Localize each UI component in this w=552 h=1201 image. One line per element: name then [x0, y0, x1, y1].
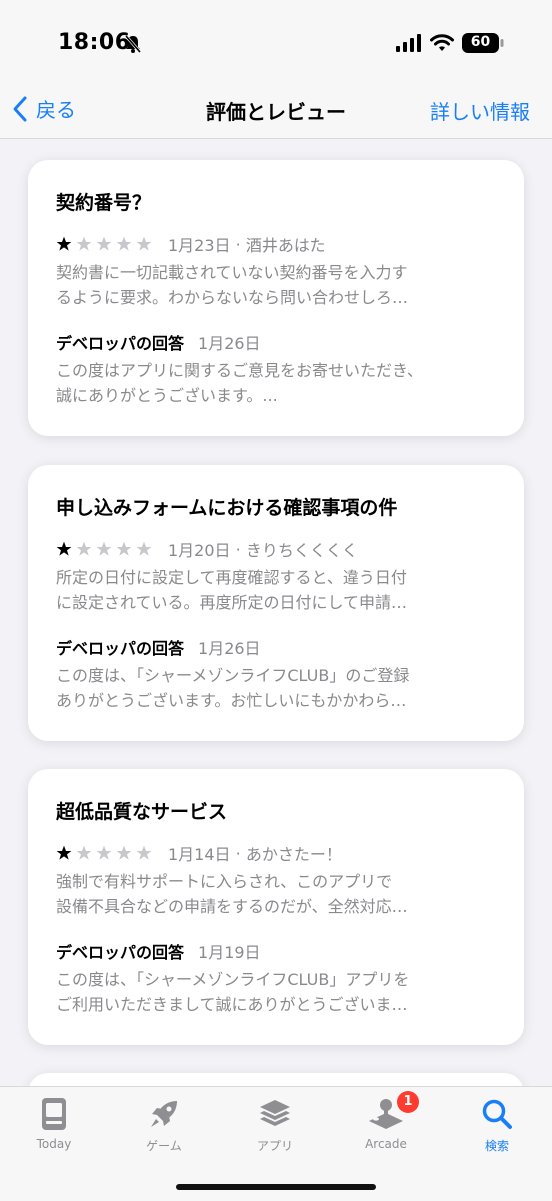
status-time: 18:06 — [58, 30, 131, 55]
developer-response-label: デベロッパの回答 — [56, 334, 185, 353]
review-title: 申し込みフォームにおける確認事項の件 — [56, 497, 398, 519]
layers-icon — [260, 1100, 290, 1126]
review-author: 酒井あはた — [245, 236, 326, 255]
review-card[interactable]: 契約番号？ 1月23日 · 酒井あはた 契約書に一切記載されていない契約番号を入… — [28, 160, 524, 436]
reply-line: この度はアプリに関するご意見をお寄せいただき、 — [56, 361, 423, 380]
home-indicator[interactable] — [176, 1184, 376, 1190]
reply-line: ありがとうございます。お忙しいにもかかわら… — [56, 691, 407, 710]
tab-label: 検索 — [484, 1139, 509, 1153]
search-icon — [482, 1099, 512, 1129]
star-empty-icon — [76, 541, 92, 556]
star-rating — [56, 236, 156, 252]
review-body-line: るように要求。わからないなら問い合わせしろ… — [56, 288, 409, 307]
review-title: 契約番号？ — [56, 192, 152, 214]
developer-response-label: デベロッパの回答 — [56, 639, 185, 658]
star-filled-icon — [56, 236, 72, 251]
star-empty-icon — [96, 541, 112, 556]
review-date: 1月23日 — [168, 236, 231, 255]
battery-icon: 60 — [462, 33, 504, 53]
developer-response-date: 1月19日 — [198, 943, 261, 962]
star-rating — [56, 845, 156, 861]
review-meta: 1月14日 · あかさたー！ — [56, 841, 342, 865]
review-card[interactable]: 申し込みフォームにおける確認事項の件 1月20日 · きりちくくくく 所定の日付… — [28, 465, 524, 741]
review-body-line: 所定の日付に設定して再度確認すると、違う日付 — [56, 568, 407, 587]
star-empty-icon — [116, 541, 132, 556]
review-author: あかさたー！ — [245, 845, 342, 864]
star-empty-icon — [76, 236, 92, 251]
star-filled-icon — [56, 541, 72, 556]
star-empty-icon — [76, 845, 92, 860]
wifi-icon — [430, 34, 454, 51]
meta-separator: · — [230, 234, 246, 254]
tab-label: ゲーム — [146, 1139, 182, 1153]
developer-response-label: デベロッパの回答 — [56, 943, 185, 962]
tab-games[interactable]: ゲーム — [119, 1095, 209, 1154]
review-body-line: に設定されている。再度所定の日付にして申請… — [56, 593, 408, 612]
developer-response-header: デベロッパの回答 1月19日 — [56, 939, 261, 963]
star-empty-icon — [136, 236, 152, 251]
tab-label: Today — [36, 1137, 72, 1151]
today-icon — [42, 1098, 66, 1130]
tab-label: アプリ — [256, 1139, 293, 1153]
review-body: 強制で有料サポートに入らされ、このアプリで 設備不具合などの申請をするのだが、全… — [56, 869, 496, 919]
tab-apps[interactable]: アプリ — [230, 1095, 320, 1154]
reply-line: 誠にありがとうございます。... — [56, 386, 278, 405]
review-date: 1月14日 — [168, 845, 231, 864]
star-empty-icon — [116, 236, 132, 251]
meta-separator: · — [230, 539, 246, 559]
battery-level: 60 — [470, 34, 491, 50]
review-date: 1月20日 — [168, 541, 231, 560]
tab-today[interactable]: Today — [9, 1095, 99, 1151]
review-author: きりちくくくく — [245, 541, 358, 560]
star-filled-icon — [56, 845, 72, 860]
signal-icon — [396, 34, 421, 52]
developer-response-date: 1月26日 — [198, 334, 261, 353]
review-card[interactable]: 超低品質なサービス 1月14日 · あかさたー！ 強制で有料サポートに入らされ、… — [28, 769, 524, 1045]
review-body-line: 強制で有料サポートに入らされ、このアプリで — [56, 872, 393, 891]
star-empty-icon — [136, 845, 152, 860]
star-empty-icon — [136, 541, 152, 556]
star-empty-icon — [96, 236, 112, 251]
developer-response-header: デベロッパの回答 1月26日 — [56, 635, 261, 659]
developer-response-date: 1月26日 — [198, 639, 261, 658]
star-empty-icon — [96, 845, 112, 860]
review-meta: 1月23日 · 酒井あはた — [56, 232, 326, 256]
developer-response-body: この度は、「シャーメゾンライフCLUB」のご登録 ありがとうございます。お忙しい… — [56, 663, 496, 713]
tab-arcade[interactable]: 1 Arcade — [341, 1091, 431, 1151]
developer-response-header: デベロッパの回答 1月26日 — [56, 330, 261, 354]
navigation-bar: 戻る 評価とレビュー 詳しい情報 — [0, 88, 552, 139]
review-body-line: 設備不具合などの申請をするのだが、全然対応… — [56, 897, 408, 916]
star-empty-icon — [116, 845, 132, 860]
notification-badge: 1 — [397, 1091, 419, 1113]
tab-label: Arcade — [365, 1137, 407, 1151]
review-body: 所定の日付に設定して再度確認すると、違う日付 に設定されている。再度所定の日付に… — [56, 565, 496, 615]
developer-response-body: この度はアプリに関するご意見をお寄せいただき、 誠にありがとうございます。... — [56, 358, 496, 408]
reply-line: この度は、「シャーメゾンライフCLUB」のご登録 — [56, 666, 410, 685]
review-body-line: 契約書に一切記載されていない契約番号を入力す — [56, 263, 408, 282]
tab-search[interactable]: 検索 — [452, 1095, 542, 1154]
more-info-link[interactable]: 詳しい情報 — [430, 96, 530, 125]
review-list[interactable]: 契約番号？ 1月23日 · 酒井あはた 契約書に一切記載されていない契約番号を入… — [0, 139, 552, 1086]
review-title: 超低品質なサービス — [56, 801, 228, 823]
rocket-icon — [151, 1101, 177, 1127]
bell-slash-icon — [124, 35, 142, 53]
meta-separator: · — [230, 843, 246, 863]
review-meta: 1月20日 · きりちくくくく — [56, 537, 358, 561]
review-card-partial[interactable] — [28, 1073, 524, 1086]
reply-line: ご利用いただきまして誠にありがとうございま… — [56, 995, 408, 1014]
star-rating — [56, 541, 156, 557]
review-body: 契約書に一切記載されていない契約番号を入力す るように要求。わからないなら問い合… — [56, 260, 496, 310]
developer-response-body: この度は、「シャーメゾンライフCLUB」アプリを ご利用いただきまして誠にありが… — [56, 967, 496, 1017]
status-bar: 18:06 60 — [0, 0, 552, 88]
reply-line: この度は、「シャーメゾンライフCLUB」アプリを — [56, 970, 410, 989]
